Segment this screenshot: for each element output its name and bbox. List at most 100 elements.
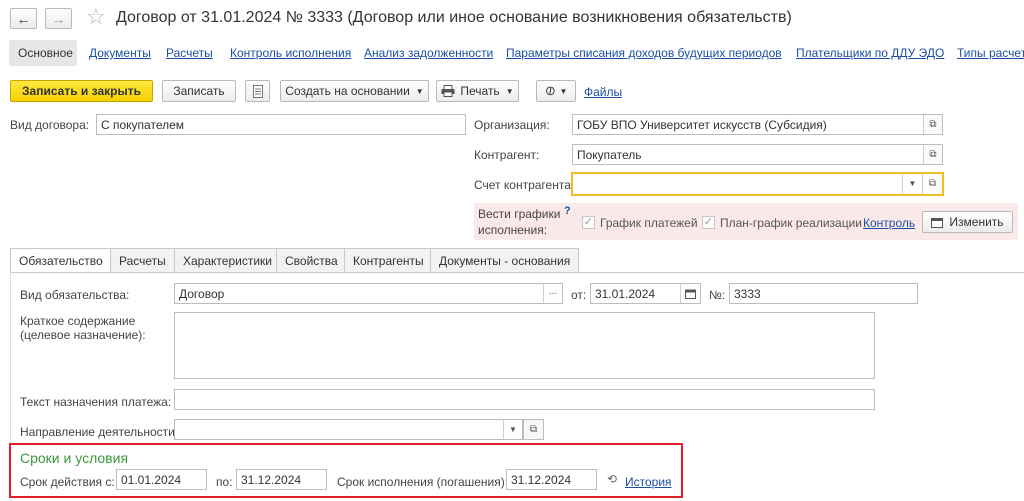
counterparty-label: Контрагент: [474, 148, 540, 162]
counterparty-account-field[interactable] [571, 172, 944, 196]
date-picker-button[interactable] [680, 284, 700, 303]
tab-obligation-label: Обязательство [19, 254, 103, 268]
chevron-down-icon: ▼ [559, 86, 568, 96]
open-counterparty-button[interactable]: ⧉ [923, 145, 942, 164]
activity-direction-dropdown[interactable]: ▼ [503, 420, 522, 439]
star-icon[interactable]: ☆ [86, 4, 106, 30]
document-list-icon [252, 84, 263, 98]
payment-schedule-label: График платежей [600, 216, 698, 230]
arrow-right-icon: → [51, 10, 66, 27]
forward-button[interactable]: → [45, 8, 72, 29]
counterparty-account-label: Счет контрагента: [474, 178, 575, 192]
activity-direction-field[interactable] [174, 419, 523, 440]
valid-from-label: Срок действия с: [20, 475, 115, 489]
due-date-field[interactable]: 31.12.2024 [506, 469, 597, 490]
history-link[interactable]: История [625, 475, 672, 489]
chevron-down-icon: ▼ [505, 86, 514, 96]
counterparty-account-dropdown[interactable]: ▼ [902, 174, 922, 194]
date-from-label: от: [571, 288, 587, 302]
summary-textarea[interactable] [174, 312, 875, 379]
summary-label-line2: (целевое назначение): [20, 328, 146, 342]
contract-type-label: Вид договора: [10, 118, 90, 132]
printer-icon [441, 85, 455, 97]
tab-panel-top-border [10, 272, 1024, 273]
save-button[interactable]: Записать [162, 80, 236, 102]
open-form-icon: ⧉ [929, 119, 937, 130]
valid-from-field[interactable]: 01.01.2024 [116, 469, 207, 490]
list-view-button[interactable] [245, 80, 270, 102]
tab-characteristics-label: Характеристики [183, 254, 272, 268]
ellipsis-icon: ... [548, 286, 558, 297]
number-label: №: [709, 288, 726, 302]
valid-to-label: по: [216, 475, 233, 489]
terms-heading: Сроки и условия [20, 450, 129, 466]
save-label: Записать [173, 84, 225, 98]
tab-properties[interactable]: Свойства [276, 248, 347, 272]
contract-type-field[interactable]: С покупателем [96, 114, 466, 135]
open-form-icon: ⧉ [928, 178, 937, 189]
change-label: Изменить [949, 215, 1004, 229]
counterparty-field[interactable]: Покупатель [572, 144, 943, 165]
schedules-label-line1: Вести графики [478, 207, 561, 221]
organization-field[interactable]: ГОБУ ВПО Университет искусств (Субсидия) [572, 114, 943, 135]
obligation-number-field[interactable]: 3333 [729, 283, 918, 304]
create-based-on-button[interactable]: Создать на основании ▼ [280, 80, 429, 102]
obligation-kind-label: Вид обязательства: [20, 288, 130, 302]
files-link[interactable]: Файлы [584, 85, 622, 99]
nav-item-settlement-types[interactable]: Типы расчет [957, 46, 1024, 60]
print-label: Печать [460, 84, 500, 98]
nav-item-debt-analysis[interactable]: Анализ задолженности [364, 46, 493, 60]
summary-label-line1: Краткое содержание [20, 314, 136, 328]
tab-counterparties-label: Контрагенты [353, 254, 424, 268]
chevron-down-icon: ▼ [908, 179, 917, 188]
tab-counterparties[interactable]: Контрагенты [344, 248, 433, 272]
paperclip-icon: ⊘ [540, 81, 559, 100]
back-button[interactable]: ← [10, 8, 37, 29]
tab-characteristics[interactable]: Характеристики [174, 248, 281, 272]
tab-settlements[interactable]: Расчеты [110, 248, 175, 272]
nav-item-settlements[interactable]: Расчеты [166, 46, 213, 60]
payment-schedule-checkbox[interactable]: ✓ [582, 216, 595, 229]
sales-plan-label: План-график реализации [720, 216, 862, 230]
open-form-icon: ⧉ [529, 424, 538, 435]
due-date-label: Срок исполнения (погашения): [337, 475, 509, 489]
print-button[interactable]: Печать ▼ [436, 80, 519, 102]
control-link[interactable]: Контроль [863, 216, 915, 230]
open-organization-button[interactable]: ⧉ [923, 115, 942, 134]
nav-item-main-label: Основное [18, 46, 73, 60]
calendar-icon [685, 289, 696, 299]
calendar-icon [931, 217, 944, 228]
chevron-down-icon: ▼ [415, 86, 424, 96]
tab-obligation[interactable]: Обязательство [10, 248, 112, 273]
save-and-close-label: Записать и закрыть [22, 84, 141, 98]
obligation-kind-field[interactable]: Договор [174, 283, 563, 304]
change-button[interactable]: Изменить [922, 211, 1013, 233]
tab-settlements-label: Расчеты [119, 254, 166, 268]
counterparty-value: Покупатель [577, 148, 642, 162]
valid-to-field[interactable]: 31.12.2024 [236, 469, 327, 490]
save-and-close-button[interactable]: Записать и закрыть [10, 80, 153, 102]
tab-properties-label: Свойства [285, 254, 338, 268]
payment-purpose-field[interactable] [174, 389, 875, 410]
nav-item-execution-control[interactable]: Контроль исполнения [230, 46, 351, 60]
page-title: Договор от 31.01.2024 № 3333 (Договор ил… [116, 9, 792, 26]
open-account-button[interactable]: ⧉ [922, 174, 942, 194]
tab-base-documents[interactable]: Документы - основания [430, 248, 580, 272]
create-based-on-label: Создать на основании [285, 84, 410, 98]
select-obligation-kind-button[interactable]: ... [543, 284, 562, 303]
activity-direction-label: Направление деятельности: [20, 425, 179, 439]
organization-label: Организация: [474, 118, 550, 132]
nav-item-payers-ddu[interactable]: Плательщики по ДДУ ЭДО [796, 46, 944, 60]
help-icon[interactable]: ? [564, 205, 571, 217]
open-activity-direction-button[interactable]: ⧉ [523, 419, 544, 440]
schedules-label-line2: исполнения: [478, 223, 548, 237]
chevron-down-icon: ▼ [509, 425, 517, 434]
organization-value: ГОБУ ВПО Университет искусств (Субсидия) [577, 118, 827, 132]
nav-item-documents[interactable]: Документы [89, 46, 151, 60]
history-icon: ⟲ [607, 472, 618, 486]
sales-plan-checkbox[interactable]: ✓ [702, 216, 715, 229]
open-form-icon: ⧉ [929, 149, 937, 160]
arrow-left-icon: ← [16, 10, 31, 27]
attachments-button[interactable]: ⊘ ▼ [536, 80, 576, 102]
nav-item-deferred-income[interactable]: Параметры списания доходов будущих перио… [506, 46, 782, 60]
